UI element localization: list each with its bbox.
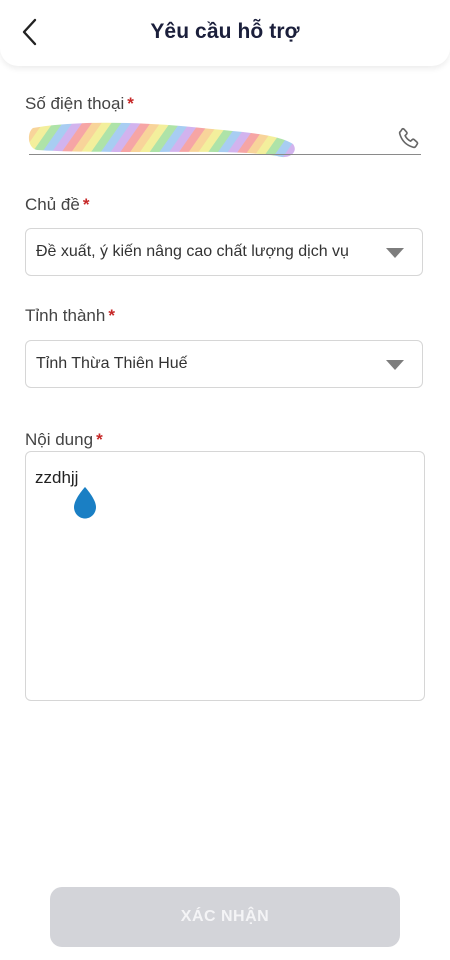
text-cursor-handle-icon[interactable] <box>71 486 99 520</box>
required-mark: * <box>108 306 115 325</box>
content-textarea[interactable]: zzdhjj <box>25 451 425 701</box>
redaction-scribble <box>28 122 295 158</box>
content-text: zzdhjj <box>35 468 79 487</box>
page-title: Yêu cầu hỗ trợ <box>150 20 300 43</box>
province-label-text: Tỉnh thành <box>25 306 106 325</box>
phone-field[interactable] <box>25 118 421 158</box>
dropdown-arrow-icon <box>386 248 404 258</box>
topic-select[interactable]: Đề xuất, ý kiến nâng cao chất lượng dịch… <box>25 228 423 276</box>
province-selected-value: Tỉnh Thừa Thiên Huế <box>36 355 188 372</box>
required-mark: * <box>96 430 103 449</box>
phone-underline <box>29 154 421 155</box>
province-select[interactable]: Tỉnh Thừa Thiên Huế <box>25 340 423 388</box>
confirm-button[interactable]: XÁC NHẬN <box>50 887 400 947</box>
phone-label-text: Số điện thoại <box>25 94 125 113</box>
topic-label: Chủ đề * <box>25 195 89 215</box>
required-mark: * <box>127 94 134 113</box>
app-header: Yêu cầu hỗ trợ <box>0 0 450 66</box>
required-mark: * <box>82 195 90 214</box>
topic-selected-value: Đề xuất, ý kiến nâng cao chất lượng dịch… <box>36 243 349 260</box>
topic-label-text: Chủ đề <box>25 195 80 214</box>
dropdown-arrow-icon <box>386 360 404 370</box>
phone-label: Số điện thoại * <box>25 94 134 114</box>
content-label: Nội dung * <box>25 430 103 450</box>
content-label-text: Nội dung <box>25 430 94 449</box>
phone-icon[interactable] <box>395 126 421 152</box>
province-label: Tỉnh thành * <box>25 306 115 326</box>
